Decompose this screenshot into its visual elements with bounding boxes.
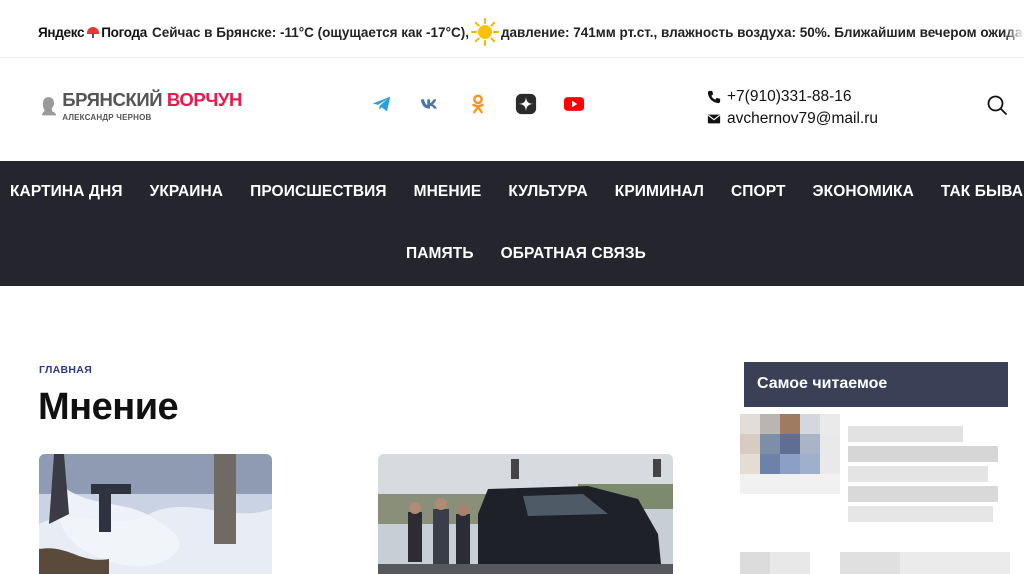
- nav-item-ukraina[interactable]: УКРАИНА: [150, 183, 224, 201]
- site-logo[interactable]: БРЯНСКИЙ ВОРЧУН АЛЕКСАНДР ЧЕРНОВ: [42, 72, 242, 140]
- logo-subtitle: АЛЕКСАНДР ЧЕРНОВ: [62, 113, 152, 122]
- nav-item-kultura[interactable]: КУЛЬТУРА: [508, 183, 587, 201]
- most-read-thumbnail-2[interactable]: [740, 552, 1010, 574]
- envelope-icon: [707, 114, 721, 124]
- ticker-fade: [1004, 0, 1024, 57]
- most-read-headline-1[interactable]: [848, 424, 1008, 524]
- email-address: avchernov79@mail.ru: [727, 110, 878, 127]
- weather-ticker-text: Яндекс Погода Сейчас в Брянске: -11°C (о…: [38, 18, 1024, 46]
- phone-number: +7(910)331-88-16: [727, 88, 852, 105]
- phone-icon: [707, 90, 721, 104]
- breadcrumb-home[interactable]: ГЛАВНАЯ: [39, 364, 92, 376]
- nav-item-proisshestviya[interactable]: ПРОИСШЕСТВИЯ: [250, 183, 387, 201]
- weather-ticker[interactable]: Яндекс Погода Сейчас в Брянске: -11°C (о…: [0, 0, 1024, 58]
- weather-details: давление: 741мм рт.ст., влажность воздух…: [500, 24, 1024, 40]
- search-icon: [987, 95, 1007, 115]
- pogoda-brand: Погода: [101, 24, 147, 40]
- umbrella-icon: [87, 26, 100, 38]
- article-image-1[interactable]: [39, 454, 272, 574]
- nav-row-2: ПАМЯТЬ ОБРАТНАЯ СВЯЗЬ: [406, 245, 1024, 263]
- odnoklassniki-icon[interactable]: [466, 92, 490, 116]
- nav-item-mnenie[interactable]: МНЕНИЕ: [414, 183, 482, 201]
- main-navigation: КАРТИНА ДНЯ УКРАИНА ПРОИСШЕСТВИЯ МНЕНИЕ …: [0, 161, 1024, 286]
- most-read-thumbnail-1[interactable]: [740, 414, 840, 494]
- nav-item-sport[interactable]: СПОРТ: [731, 183, 786, 201]
- vk-icon[interactable]: [418, 92, 442, 116]
- sun-icon: [470, 18, 499, 46]
- nav-item-obratnaya-svyaz[interactable]: ОБРАТНАЯ СВЯЗЬ: [501, 245, 646, 263]
- logo-portrait-icon: [42, 97, 57, 116]
- yandex-brand: Яндекс: [38, 24, 85, 40]
- email-link[interactable]: avchernov79@mail.ru: [707, 108, 878, 130]
- page-title: Мнение: [38, 386, 179, 428]
- youtube-icon[interactable]: [562, 92, 586, 116]
- telegram-icon[interactable]: [370, 92, 394, 116]
- social-links: [370, 92, 586, 116]
- nav-row-1: КАРТИНА ДНЯ УКРАИНА ПРОИСШЕСТВИЯ МНЕНИЕ …: [10, 183, 1024, 201]
- sidebar-most-read-title: Самое читаемое: [744, 362, 1008, 407]
- nav-item-ekonomika[interactable]: ЭКОНОМИКА: [813, 183, 914, 201]
- weather-current: Сейчас в Брянске: -11°C (ощущается как -…: [151, 24, 469, 40]
- contacts-block: +7(910)331-88-16 avchernov79@mail.ru: [707, 86, 878, 130]
- nav-item-tak-byvaet[interactable]: ТАК БЫВАЕТ: [941, 183, 1024, 201]
- article-image-2[interactable]: [378, 454, 673, 574]
- logo-title: БРЯНСКИЙ ВОРЧУН: [62, 89, 242, 110]
- phone-link[interactable]: +7(910)331-88-16: [707, 86, 878, 108]
- search-button[interactable]: [986, 94, 1008, 116]
- nav-item-pamyat[interactable]: ПАМЯТЬ: [406, 245, 474, 263]
- zen-icon[interactable]: [514, 92, 538, 116]
- nav-item-kriminal[interactable]: КРИМИНАЛ: [615, 183, 704, 201]
- nav-item-kartina-dnya[interactable]: КАРТИНА ДНЯ: [10, 183, 123, 201]
